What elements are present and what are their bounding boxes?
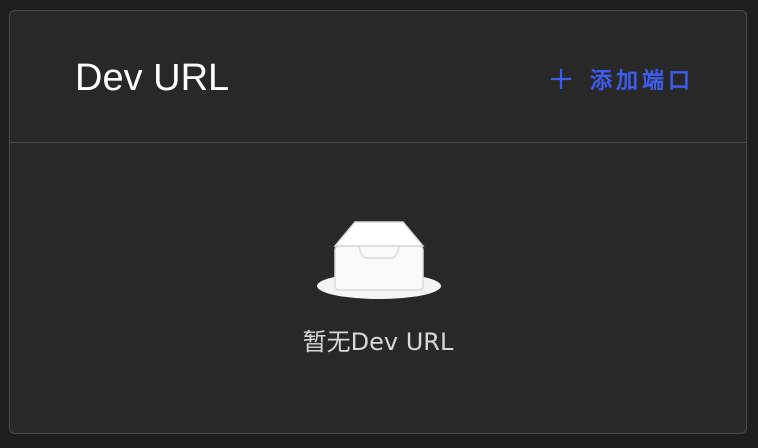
empty-state: 暂无Dev URL (10, 144, 746, 433)
plus-icon (550, 69, 571, 89)
add-port-button[interactable]: 添加端口 (550, 63, 694, 95)
empty-state-text: 暂无Dev URL (302, 328, 454, 356)
panel-header: Dev URL 添加端口 (10, 11, 746, 143)
panel-title: Dev URL (75, 57, 230, 99)
empty-inbox-icon (317, 221, 441, 299)
add-port-label: 添加端口 (589, 69, 694, 94)
dev-url-panel: Dev URL 添加端口 暂无Dev URL (9, 10, 747, 434)
